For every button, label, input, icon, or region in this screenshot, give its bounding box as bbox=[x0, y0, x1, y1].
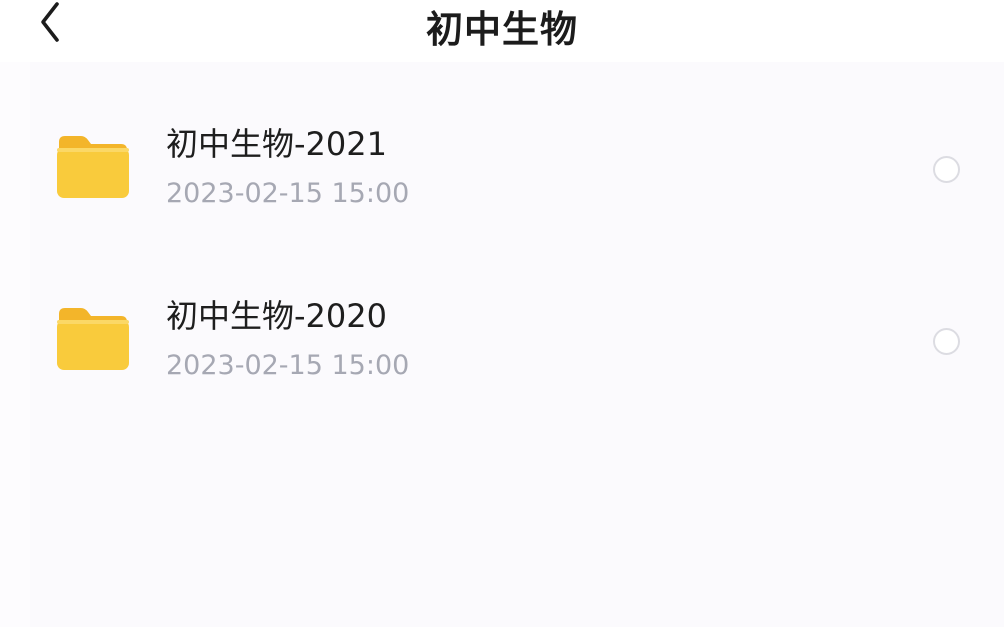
select-radio[interactable] bbox=[933, 328, 960, 355]
folder-item-2021[interactable]: 初中生物-2021 2023-02-15 15:00 bbox=[30, 82, 1004, 254]
folder-name: 初中生物-2020 bbox=[166, 297, 387, 335]
folder-date: 2023-02-15 15:00 bbox=[166, 178, 410, 209]
folder-list: 初中生物-2021 2023-02-15 15:00 初中生物-2020 202… bbox=[30, 62, 1004, 627]
select-radio[interactable] bbox=[933, 156, 960, 183]
folder-icon bbox=[57, 308, 129, 370]
page-title: 初中生物 bbox=[426, 8, 578, 51]
folder-item-2020[interactable]: 初中生物-2020 2023-02-15 15:00 bbox=[30, 254, 1004, 426]
header-bar: 初中生物 bbox=[0, 0, 1004, 62]
folder-icon bbox=[57, 136, 129, 198]
folder-name: 初中生物-2021 bbox=[166, 125, 387, 163]
folder-date: 2023-02-15 15:00 bbox=[166, 350, 410, 381]
